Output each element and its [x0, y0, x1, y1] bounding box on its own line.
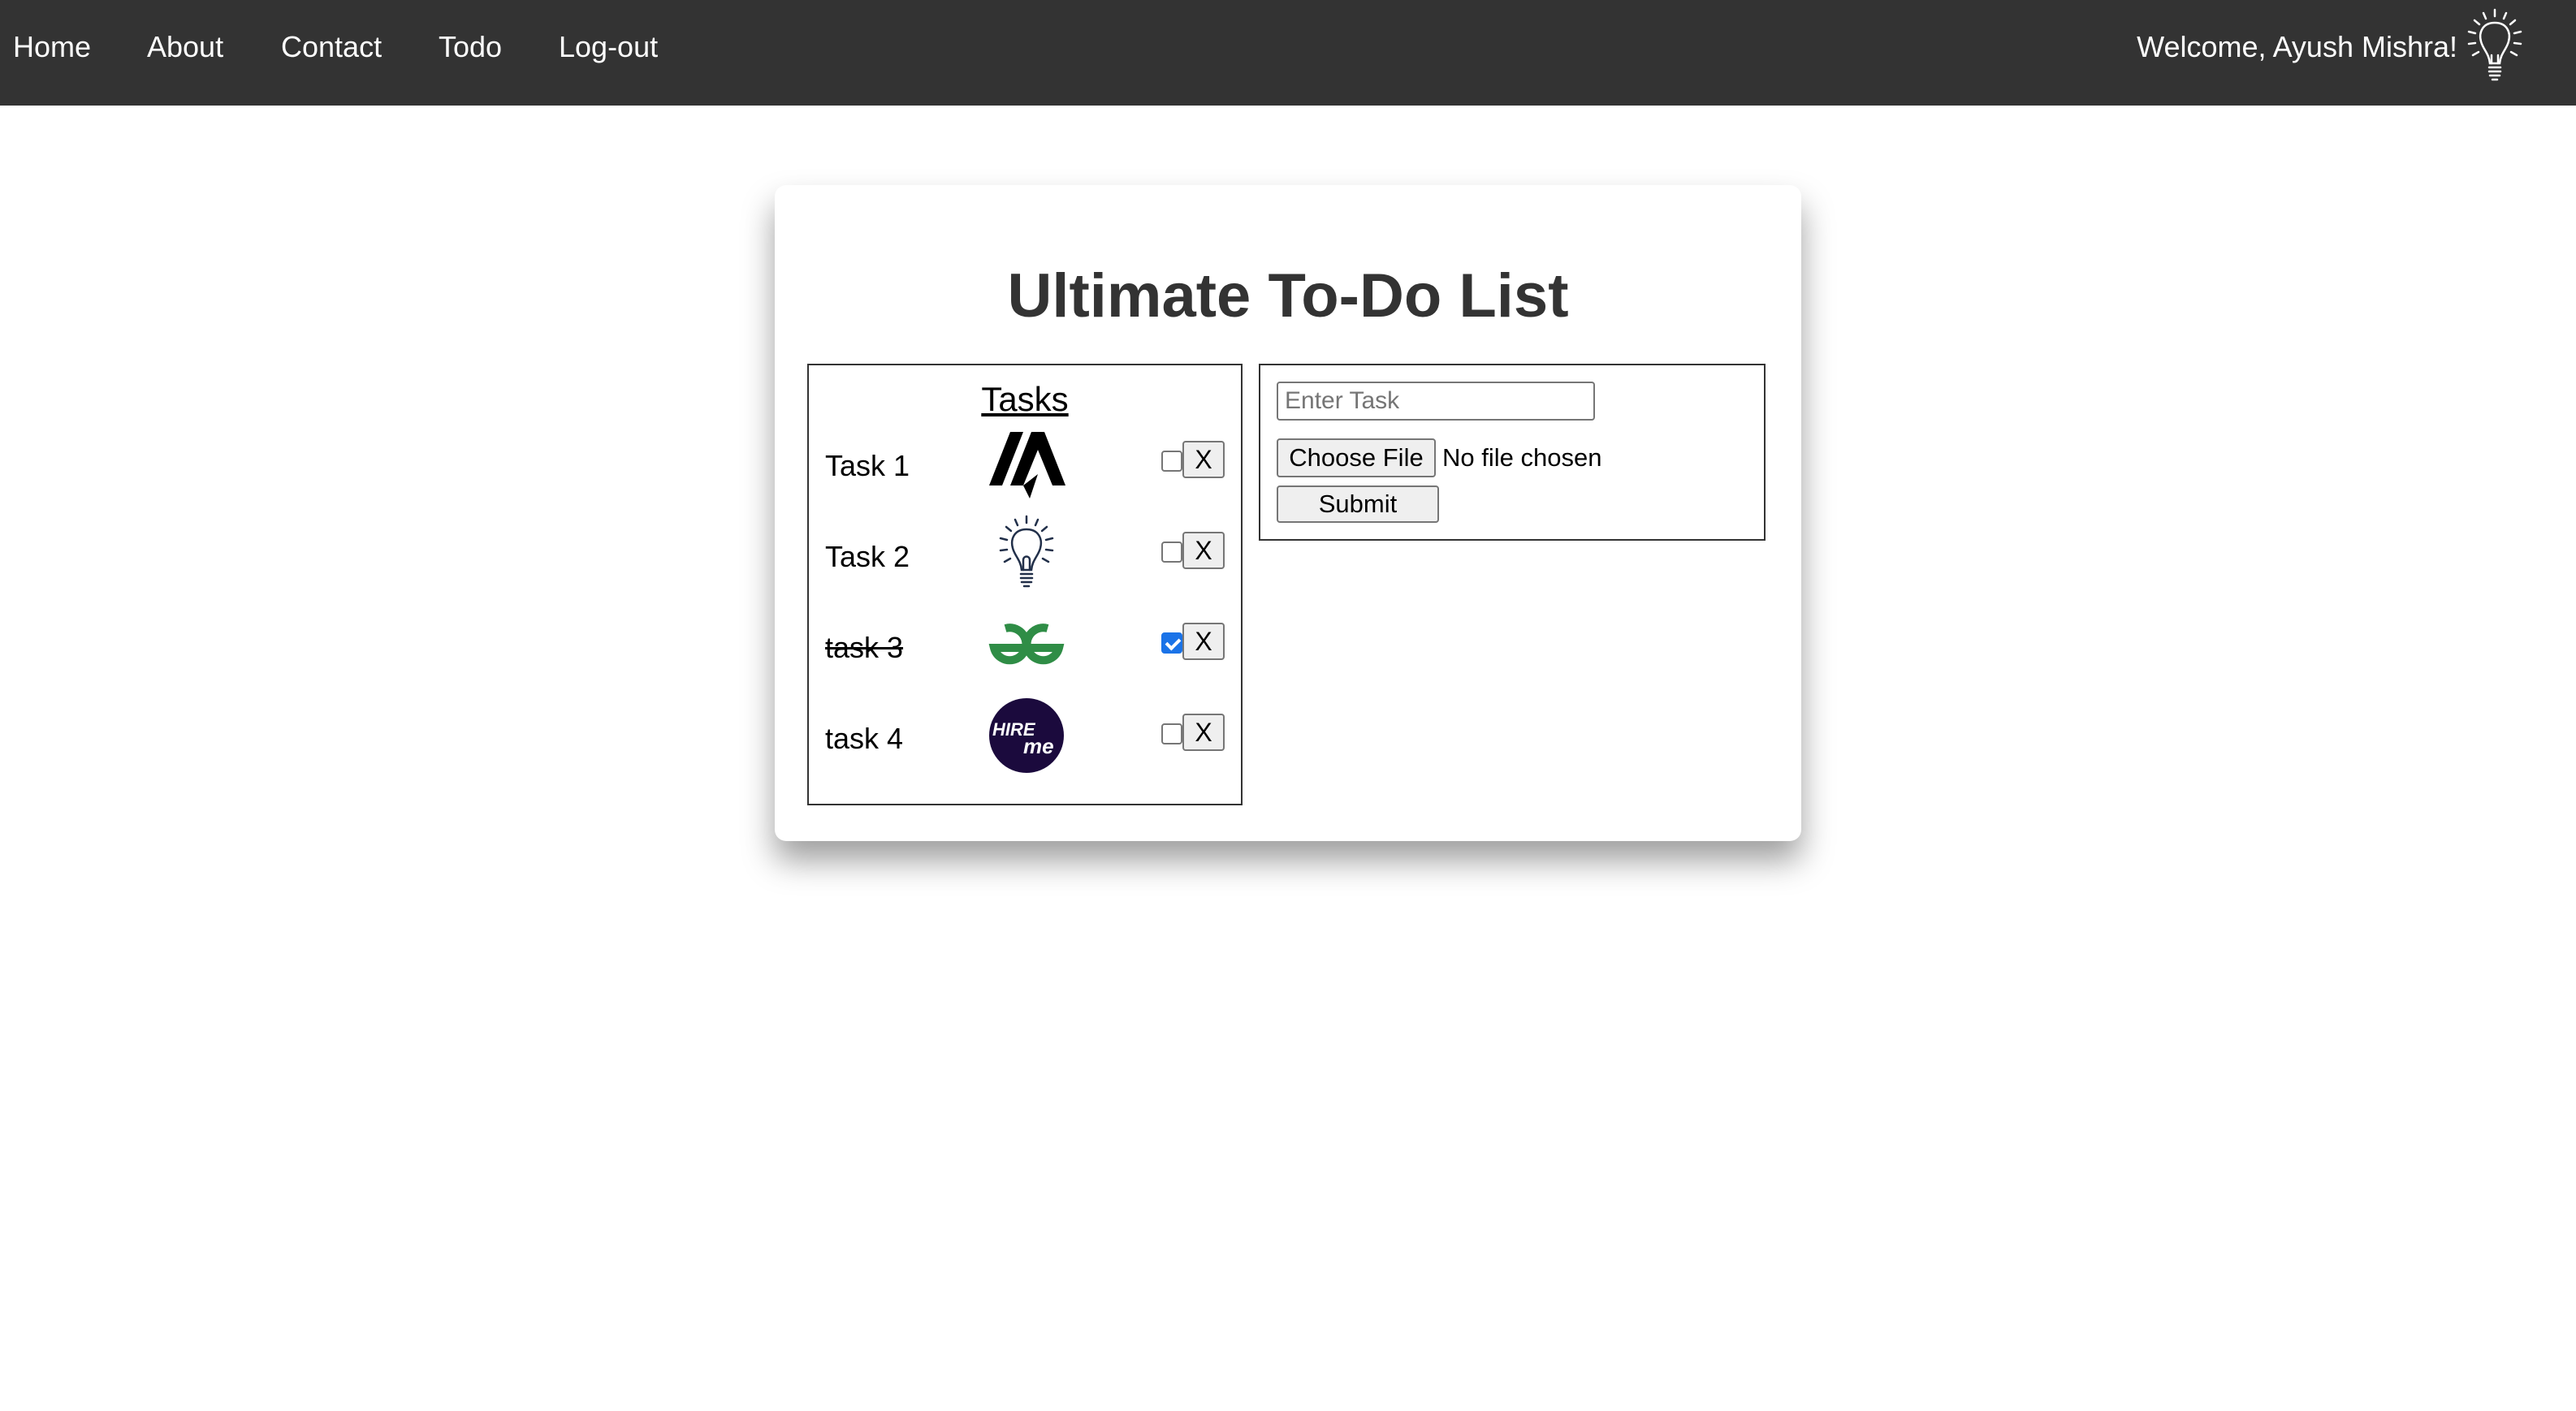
task-label: task 3 [825, 631, 904, 664]
delete-task-button[interactable]: X [1182, 441, 1225, 478]
lightbulb-icon [2467, 8, 2522, 81]
add-task-form: Choose File No file chosen Submit [1259, 364, 1766, 541]
task-row: task 3 X [809, 606, 1241, 695]
task-list-panel: Tasks Task 1 X Task 2 X task 3 X task 4 … [807, 364, 1243, 805]
page-title: Ultimate To-Do List [1007, 261, 1569, 330]
nav-link-contact[interactable]: Contact [281, 29, 382, 65]
task-label: Task 1 [825, 449, 910, 482]
lightbulb-icon [999, 515, 1054, 588]
task-complete-checkbox[interactable] [1161, 632, 1182, 654]
task-row: Task 1 X [809, 424, 1241, 513]
nav-link-todo[interactable]: Todo [439, 29, 502, 65]
delete-task-button[interactable]: X [1182, 532, 1225, 569]
task-input[interactable] [1277, 382, 1595, 421]
task-label: task 4 [825, 722, 904, 755]
top-navbar: Home About Contact Todo Log-out Welcome,… [0, 0, 2576, 106]
choose-file-button[interactable]: Choose File [1277, 438, 1436, 477]
nav-link-logout[interactable]: Log-out [559, 29, 658, 65]
nav-link-about[interactable]: About [147, 29, 223, 65]
tasks-heading: Tasks [981, 380, 1069, 418]
file-status-text: No file chosen [1442, 443, 1602, 472]
todo-card: Ultimate To-Do List Tasks Task 1 X Task … [775, 185, 1801, 841]
nav-link-home[interactable]: Home [13, 29, 91, 65]
delete-task-button[interactable]: X [1182, 623, 1225, 660]
task-row: Task 2 X [809, 515, 1241, 604]
svg-text:me: me [1023, 734, 1054, 758]
delete-task-button[interactable]: X [1182, 714, 1225, 751]
task-complete-checkbox[interactable] [1161, 723, 1182, 744]
gfg-logo-icon [988, 624, 1065, 665]
task-complete-checkbox[interactable] [1161, 542, 1182, 563]
hire-me-logo-icon: HIRE me [989, 698, 1064, 773]
submit-button[interactable]: Submit [1277, 485, 1439, 523]
task-row: task 4 HIRE me X [809, 697, 1241, 786]
task-complete-checkbox[interactable] [1161, 451, 1182, 472]
task-label: Task 2 [825, 540, 910, 573]
ma-logo-icon [989, 432, 1065, 498]
welcome-message: Welcome, Ayush Mishra! [2137, 30, 2457, 63]
